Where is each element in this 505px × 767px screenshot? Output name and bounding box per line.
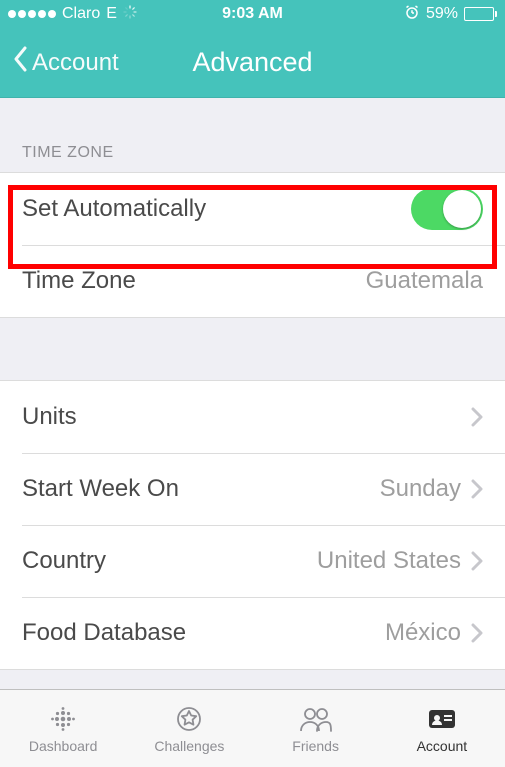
row-start-week[interactable]: Start Week On Sunday	[0, 453, 505, 525]
row-units[interactable]: Units	[0, 381, 505, 453]
tab-account[interactable]: Account	[379, 690, 505, 767]
friends-icon	[297, 704, 335, 734]
row-value: México	[385, 619, 461, 647]
status-left: Claro E	[8, 5, 137, 24]
challenges-icon	[172, 704, 206, 734]
chevron-right-icon	[471, 407, 483, 427]
row-food-database[interactable]: Food Database México	[0, 597, 505, 669]
tab-label: Dashboard	[29, 738, 98, 754]
tab-label: Friends	[292, 738, 339, 754]
row-value: Guatemala	[366, 267, 483, 295]
toggle-set-automatically[interactable]	[411, 188, 483, 230]
activity-spinner-icon	[123, 5, 137, 24]
tab-label: Account	[417, 738, 468, 754]
row-label: Start Week On	[22, 475, 179, 503]
spacer	[0, 318, 505, 380]
status-bar: Claro E 9:03 AM 59%	[0, 0, 505, 28]
nav-bar: Account Advanced	[0, 28, 505, 98]
network-type: E	[106, 5, 117, 23]
tab-friends[interactable]: Friends	[253, 690, 379, 767]
battery-pct: 59%	[426, 5, 458, 23]
tab-bar: Dashboard Challenges Friends	[0, 689, 505, 767]
chevron-left-icon	[12, 45, 28, 80]
page-title: Advanced	[192, 47, 312, 78]
row-label: Food Database	[22, 619, 186, 647]
row-timezone[interactable]: Time Zone Guatemala	[0, 245, 505, 317]
row-value: United States	[317, 547, 461, 575]
list-timezone: Set Automatically Time Zone Guatemala	[0, 172, 505, 318]
tab-label: Challenges	[154, 738, 224, 754]
row-label: Units	[22, 403, 77, 431]
carrier-label: Claro	[62, 5, 100, 23]
list-general: Units Start Week On Sunday Country Unite…	[0, 380, 505, 670]
back-label: Account	[32, 49, 119, 77]
alarm-icon	[404, 4, 420, 25]
back-button[interactable]: Account	[0, 45, 119, 80]
row-label: Set Automatically	[22, 195, 206, 223]
battery-icon	[464, 7, 497, 21]
row-label: Country	[22, 547, 106, 575]
chevron-right-icon	[471, 551, 483, 571]
chevron-right-icon	[471, 623, 483, 643]
tab-challenges[interactable]: Challenges	[126, 690, 252, 767]
row-value: Sunday	[380, 475, 461, 503]
section-header-timezone: TIME ZONE	[0, 98, 505, 172]
status-right: 59%	[404, 4, 497, 25]
screen: Claro E 9:03 AM 59%	[0, 0, 505, 767]
row-country[interactable]: Country United States	[0, 525, 505, 597]
row-label: Time Zone	[22, 267, 136, 295]
tab-dashboard[interactable]: Dashboard	[0, 690, 126, 767]
account-icon	[424, 704, 460, 734]
row-set-automatically[interactable]: Set Automatically	[0, 173, 505, 245]
dashboard-icon	[46, 704, 80, 734]
chevron-right-icon	[471, 479, 483, 499]
clock: 9:03 AM	[222, 5, 283, 23]
signal-strength-icon	[8, 10, 56, 18]
